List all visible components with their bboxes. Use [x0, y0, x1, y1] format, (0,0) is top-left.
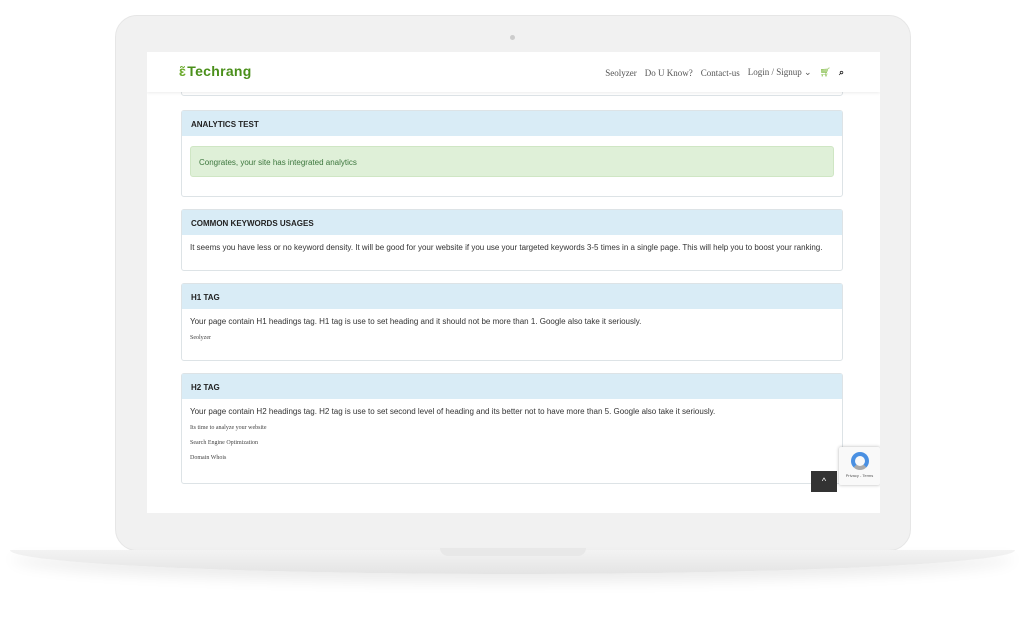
search-icon[interactable]: ⌕: [839, 67, 844, 78]
cart-icon[interactable]: 🛒︎: [820, 67, 831, 78]
screen: ɛ̃Techrang Seolyzer Do U Know? Contact-u…: [147, 52, 880, 513]
list-item: Seolyzer: [190, 335, 211, 341]
logo[interactable]: ɛ̃Techrang: [179, 63, 252, 79]
nav-do-u-know[interactable]: Do U Know?: [645, 68, 693, 78]
camera: [510, 35, 515, 40]
list-item: Its time to analyze your website: [190, 425, 267, 431]
panel-text: Your page contain H2 headings tag. H2 ta…: [190, 407, 716, 416]
panel-text: Your page contain H1 headings tag. H1 ta…: [190, 317, 642, 326]
nav-contact[interactable]: Contact-us: [701, 68, 740, 78]
chevron-up-icon: ^: [821, 476, 827, 486]
panel-title: COMMON KEYWORDS USAGES: [182, 210, 842, 235]
recaptcha-icon: [850, 452, 869, 470]
laptop-notch: [440, 548, 586, 556]
panel-text: It seems you have less or no keyword den…: [190, 243, 823, 252]
panel-h1: H1 TAG Your page contain H1 headings tag…: [181, 283, 843, 361]
logo-icon: ɛ̃: [179, 63, 187, 79]
scroll-to-top-button[interactable]: ^: [811, 471, 837, 492]
panel-title: H1 TAG: [182, 284, 842, 309]
panel-title: ANALYTICS TEST: [182, 111, 842, 136]
panel-keywords: COMMON KEYWORDS USAGES It seems you have…: [181, 209, 843, 271]
nav-seolyzer[interactable]: Seolyzer: [605, 68, 637, 78]
recaptcha-badge[interactable]: Privacy - Terms: [839, 447, 880, 485]
main-nav: Seolyzer Do U Know? Contact-us Login / S…: [605, 67, 844, 78]
panel-analytics: ANALYTICS TEST Congrates, your site has …: [181, 110, 843, 197]
chevron-down-icon: ⌄: [803, 67, 812, 77]
panel-title: H2 TAG: [182, 374, 842, 399]
list-item: Search Engine Optimization: [190, 440, 258, 446]
list-item: Domain Whois: [190, 455, 227, 461]
panel-h2: H2 TAG Your page contain H2 headings tag…: [181, 373, 843, 484]
success-alert: Congrates, your site has integrated anal…: [190, 146, 834, 177]
nav-login-signup[interactable]: Login / Signup ⌄: [748, 67, 812, 78]
site-header: ɛ̃Techrang Seolyzer Do U Know? Contact-u…: [147, 52, 880, 92]
